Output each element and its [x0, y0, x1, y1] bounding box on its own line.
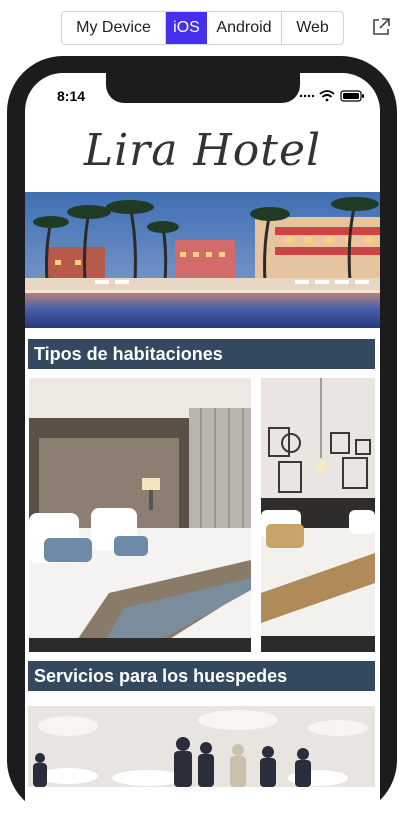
battery-icon — [340, 90, 364, 102]
logo-text: Lira Hotel — [83, 124, 322, 176]
services-image — [28, 706, 375, 787]
option-android[interactable]: Android — [207, 12, 282, 44]
status-icons — [299, 88, 365, 104]
hotel-logo: Lira Hotel — [25, 108, 380, 192]
status-time: 8:14 — [57, 88, 86, 104]
phone-notch — [106, 73, 300, 103]
option-web[interactable]: Web — [282, 12, 343, 44]
section-header-room-types: Tipos de habitaciones — [28, 339, 375, 369]
room-card[interactable] — [261, 378, 375, 652]
hero-image — [25, 192, 380, 328]
option-my-device[interactable]: My Device — [62, 12, 166, 44]
platform-selector: My Device iOS Android Web — [61, 11, 344, 45]
room-card[interactable] — [29, 378, 251, 652]
external-link-icon[interactable] — [371, 17, 391, 37]
wifi-icon — [319, 90, 335, 102]
section-header-guest-services: Servicios para los huespedes — [28, 661, 375, 691]
signal-icon — [299, 94, 315, 98]
section-title: Tipos de habitaciones — [34, 343, 223, 364]
section-title: Servicios para los huespedes — [34, 665, 288, 686]
option-ios[interactable]: iOS — [166, 12, 207, 44]
